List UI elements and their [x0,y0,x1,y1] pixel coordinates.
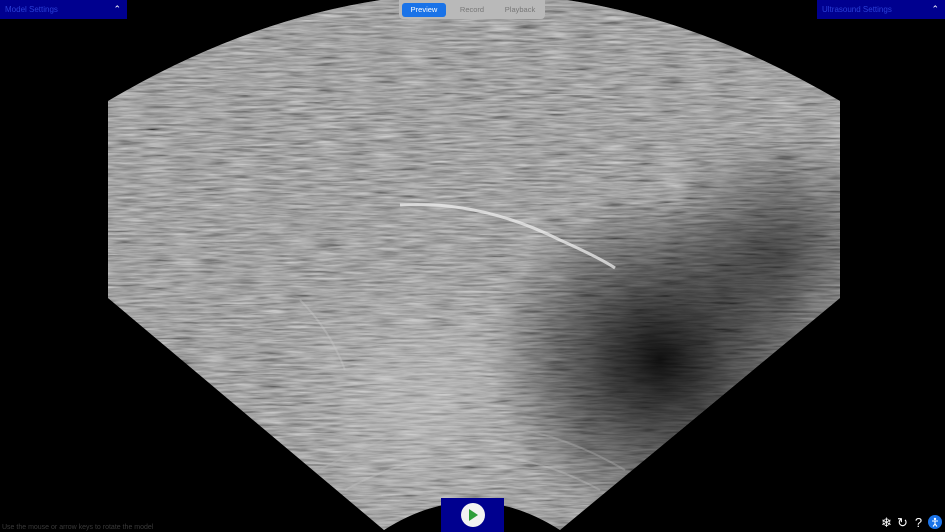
tab-record[interactable]: Record [450,3,494,17]
model-settings-panel-header[interactable]: Model Settings ⌃ [0,0,127,19]
playback-control-panel [441,498,504,532]
bottom-toolbar: ❄ ↻ ? [880,515,942,529]
model-settings-title: Model Settings [5,5,58,14]
ultrasound-settings-title: Ultrasound Settings [822,5,892,14]
tab-preview[interactable]: Preview [402,2,446,17]
ultrasound-image[interactable] [0,0,945,532]
ultrasound-settings-panel-header[interactable]: Ultrasound Settings ⌃ [817,0,945,19]
play-icon [468,509,478,521]
chevron-up-icon[interactable]: ⌃ [931,5,939,14]
rotation-hint: Use the mouse or arrow keys to rotate th… [2,524,154,531]
mode-tabs: Preview Record Playback [399,0,545,19]
tab-playback[interactable]: Playback [498,3,542,17]
refresh-icon[interactable]: ↻ [896,516,909,529]
play-button[interactable] [460,503,485,527]
accessibility-icon[interactable] [928,515,942,529]
help-icon[interactable]: ? [912,516,925,529]
chevron-up-icon[interactable]: ⌃ [113,5,121,14]
snowflake-icon[interactable]: ❄ [880,516,893,529]
